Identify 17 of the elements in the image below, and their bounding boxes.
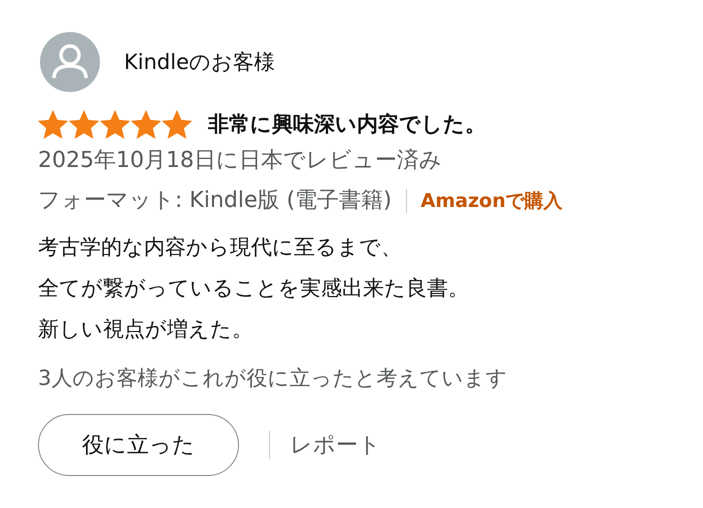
star-icon	[100, 110, 130, 138]
review-title[interactable]: 非常に興味深い内容でした。	[208, 110, 486, 138]
star-icon	[131, 110, 161, 138]
verified-purchase-label: Amazonで購入	[420, 189, 563, 214]
author-name: Kindleのお客様	[124, 49, 275, 76]
helpful-button[interactable]: 役に立った	[38, 414, 239, 476]
star-icon	[162, 110, 192, 138]
helpful-count: 3人のお客様がこれが役に立ったと考えています	[38, 365, 508, 392]
review-date: 2025年10月18日に日本でレビュー済み	[38, 147, 443, 175]
star-icon	[38, 110, 68, 138]
report-link[interactable]: レポート	[290, 430, 381, 460]
review-text: 全てが繋がっていることを実感出来た良書。	[38, 275, 470, 302]
format-label[interactable]: フォーマット: Kindle版 (電子書籍)	[38, 185, 392, 217]
star-icon	[69, 110, 99, 138]
review-text: 新しい視点が増えた。	[38, 316, 254, 343]
review-text: 考古学的な内容から現代に至るまで、	[38, 234, 403, 261]
avatar-icon	[40, 32, 100, 92]
